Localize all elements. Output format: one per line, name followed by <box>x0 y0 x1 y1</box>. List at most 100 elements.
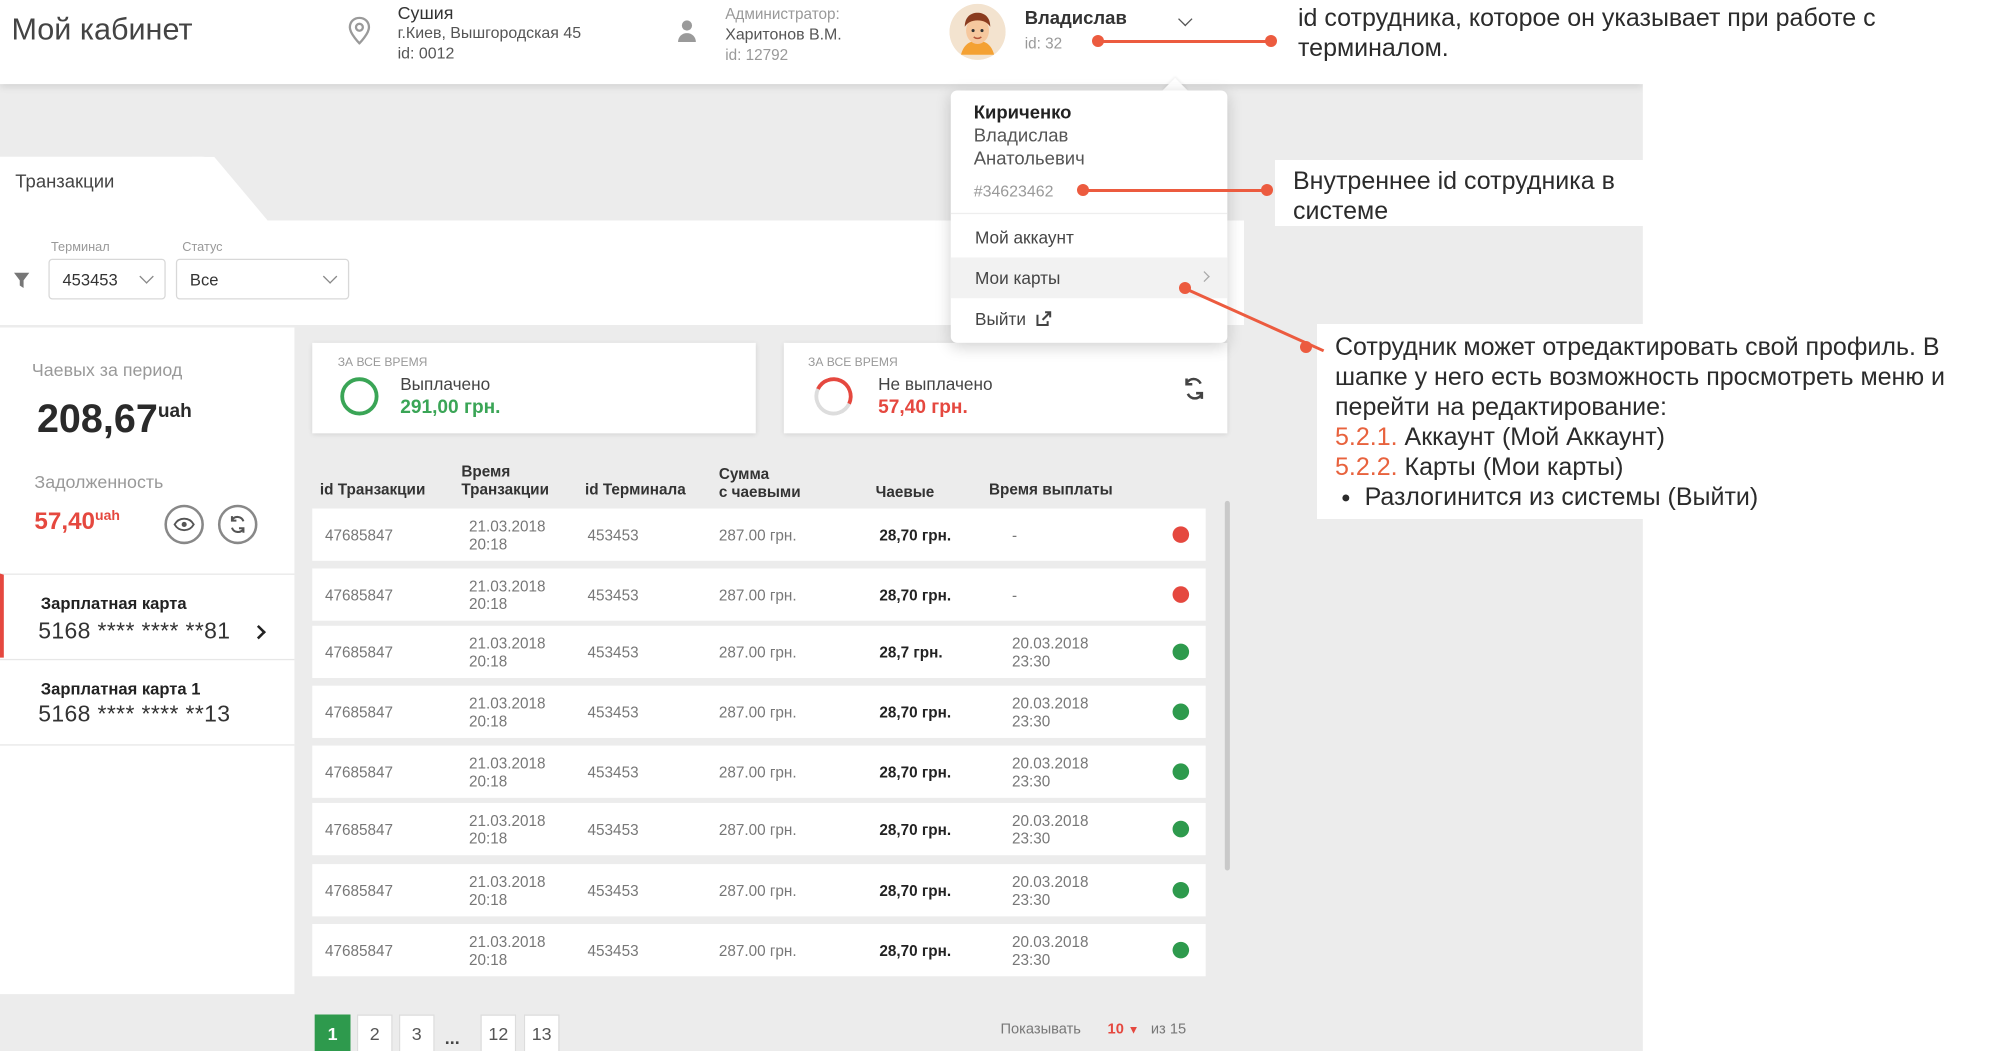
cell-tip: 28,70 грн. <box>879 703 952 722</box>
cell-paid-date: 20.03.2018 <box>1011 932 1089 951</box>
cell-tip: 28,70 грн. <box>879 763 952 782</box>
terminal-filter-label: Терминал <box>50 240 110 255</box>
per-page-value: 10 <box>1107 1022 1124 1038</box>
table-row[interactable]: 47685847 21.03.2018 20:18 453453 287.00 грн.… <box>312 685 1206 738</box>
tips-value: 208,67 <box>36 396 158 441</box>
dropdown-divider <box>950 212 1228 215</box>
per-page-select[interactable]: 10 ▼ <box>1108 1022 1140 1037</box>
th-sum-line2[interactable]: с чаевыми <box>719 483 801 501</box>
status-dot-icon <box>1172 526 1190 543</box>
table-row[interactable]: 47685847 21.03.2018 20:18 453453 287.00 грн.… <box>312 924 1206 977</box>
cell-sum: 287.00 грн. <box>718 703 797 722</box>
user-menu-toggle[interactable] <box>1178 11 1193 27</box>
cell-time: 20:18 <box>469 712 508 731</box>
unpaid-summary-card: ЗА ВСЕ ВРЕМЯ Не выплачено 57,40 грн. <box>783 342 1228 434</box>
table-scrollbar[interactable] <box>1224 500 1230 871</box>
chevron-down-icon <box>139 269 154 284</box>
page-12-button[interactable]: 12 <box>480 1014 517 1051</box>
th-terminal[interactable]: id Терминала <box>585 480 686 498</box>
paid-progress-ring <box>340 377 379 416</box>
cell-terminal: 453453 <box>587 526 639 545</box>
cell-terminal: 453453 <box>587 586 639 605</box>
table-row[interactable]: 47685847 21.03.2018 20:18 453453 287.00 грн.… <box>312 864 1206 917</box>
tab-transactions[interactable]: Транзакции <box>0 156 211 221</box>
user-avatar[interactable] <box>949 3 1006 60</box>
page-1-button[interactable]: 1 <box>314 1014 351 1051</box>
card-number: 5168 **** **** **81 <box>38 618 231 644</box>
debt-value: 57,40 <box>34 508 96 536</box>
connector-pin <box>1265 35 1277 47</box>
cell-sum: 287.00 грн. <box>718 820 797 839</box>
cell-paid-time: 23:30 <box>1011 950 1051 969</box>
cell-paid-date: 20.03.2018 <box>1011 754 1089 773</box>
menu-item-my-account[interactable]: Мой аккаунт <box>951 217 1228 258</box>
status-filter-label: Статус <box>182 240 223 255</box>
cell-tip: 28,7 грн. <box>879 643 943 662</box>
paid-summary-card: ЗА ВСЕ ВРЕМЯ Выплачено 291,00 грн. <box>312 342 756 434</box>
location-pin-icon <box>348 16 371 45</box>
cell-tip: 28,70 грн. <box>879 820 952 839</box>
cell-transaction-id: 47685847 <box>324 941 394 960</box>
page-2-button[interactable]: 2 <box>356 1014 393 1051</box>
salary-card-1[interactable]: Зарплатная карта 5168 **** **** **81 <box>0 573 295 658</box>
annotation-intro: Сотрудник может отредактировать свой про… <box>1335 333 1946 421</box>
th-time-line2[interactable]: Транзакции <box>461 480 549 498</box>
cell-date: 21.03.2018 <box>469 873 546 891</box>
connector-line <box>1098 40 1271 43</box>
terminal-select[interactable]: 453453 <box>48 258 166 300</box>
refresh-debt-button[interactable] <box>217 504 258 545</box>
page-13-button[interactable]: 13 <box>523 1014 560 1051</box>
admin-name: Харитонов В.М. <box>725 25 842 44</box>
salary-card-2[interactable]: Зарплатная карта 1 5168 **** **** **13 <box>0 658 295 746</box>
th-paid-time[interactable]: Время выплаты <box>989 480 1113 498</box>
status-dot-icon <box>1172 820 1190 838</box>
cell-time: 20:18 <box>469 829 508 848</box>
status-select[interactable]: Все <box>175 258 350 300</box>
annotation-item-account: 5.2.1. Аккаунт (Мой Аккаунт) <box>1335 422 1982 452</box>
table-row[interactable]: 47685847 21.03.2018 20:18 453453 287.00 грн.… <box>312 802 1206 856</box>
th-tips[interactable]: Чаевые <box>876 483 935 501</box>
status-dot-icon <box>1172 763 1190 780</box>
tips-unit: uah <box>157 400 192 422</box>
filter-icon[interactable] <box>13 271 31 289</box>
profile-first-name: Владислав <box>973 126 1069 147</box>
menu-item-logout[interactable]: Выйти <box>951 298 1228 339</box>
annotation-internal-id: Внутреннее id сотрудника в системе <box>1275 160 1645 226</box>
user-name[interactable]: Владислав <box>1025 9 1127 29</box>
cell-paid-date: - <box>1011 526 1018 545</box>
page-3-button[interactable]: 3 <box>398 1014 435 1051</box>
table-row[interactable]: 47685847 21.03.2018 20:18 453453 287.00 грн.… <box>312 508 1206 561</box>
view-debt-button[interactable] <box>164 504 204 545</box>
table-row[interactable]: 47685847 21.03.2018 20:18 453453 287.00 грн.… <box>312 568 1206 621</box>
th-time-line1[interactable]: Время <box>461 463 510 481</box>
paid-caption: ЗА ВСЕ ВРЕМЯ <box>337 355 428 370</box>
user-dropdown-menu: Кириченко Владислав Анатольевич #3462346… <box>950 90 1228 343</box>
cell-tip: 28,70 грн. <box>879 526 952 545</box>
table-row[interactable]: 47685847 21.03.2018 20:18 453453 287.00 грн.… <box>312 745 1206 798</box>
user-terminal-id: id: 32 <box>1024 34 1063 53</box>
table-row[interactable]: 47685847 21.03.2018 20:18 453453 287.00 грн.… <box>312 625 1206 679</box>
page-title: Мой кабинет <box>11 12 193 48</box>
refresh-icon[interactable] <box>1183 376 1206 401</box>
annotation-item-text: Разлогинится из системы (Выйти) <box>1364 483 1759 511</box>
cell-paid-time: 23:30 <box>1011 772 1051 791</box>
cell-paid-date: 20.03.2018 <box>1011 873 1089 891</box>
tab-shape <box>191 156 268 221</box>
chevron-down-icon <box>322 269 338 284</box>
unpaid-label: Не выплачено <box>878 374 993 394</box>
th-sum-line1[interactable]: Сумма <box>719 465 769 483</box>
chevron-down-icon <box>1178 11 1193 27</box>
cell-sum: 287.00 грн. <box>718 586 797 605</box>
cell-paid-date: 20.03.2018 <box>1011 634 1089 653</box>
status-dot-icon <box>1172 881 1190 899</box>
profile-patronymic: Анатольевич <box>973 149 1085 170</box>
cell-date: 21.03.2018 <box>469 634 546 653</box>
cell-tip: 28,70 грн. <box>879 586 952 605</box>
chevron-right-icon <box>1198 271 1210 282</box>
th-id[interactable]: id Транзакции <box>320 480 425 498</box>
cell-paid-time: 23:30 <box>1011 652 1051 671</box>
cell-transaction-id: 47685847 <box>324 763 394 782</box>
table-header: id Транзакции Время Транзакции id Термин… <box>312 452 1223 506</box>
annotation-text: id сотрудника, которое он указывает при … <box>1298 4 1876 62</box>
person-icon <box>678 20 696 43</box>
